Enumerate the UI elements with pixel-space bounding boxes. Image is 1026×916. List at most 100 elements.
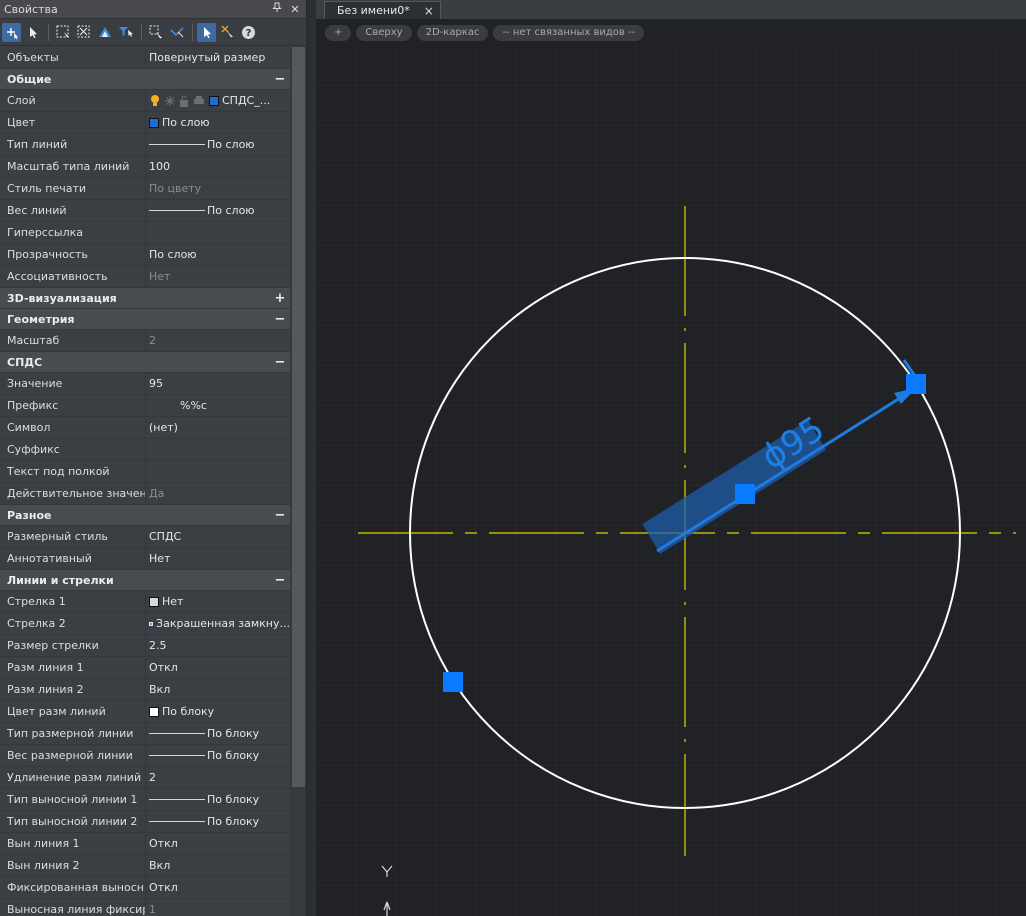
close-tab-icon[interactable]: ×: [424, 4, 434, 18]
property-value[interactable]: По слою: [145, 244, 290, 265]
grip-dimension-text[interactable]: [735, 484, 755, 504]
linked-views-button[interactable]: -- нет связанных видов --: [493, 24, 645, 41]
property-value[interactable]: Нет: [145, 591, 290, 612]
quick-select-icon[interactable]: [146, 23, 165, 42]
cross-select-icon[interactable]: [74, 23, 93, 42]
pick-add-icon[interactable]: [197, 22, 216, 42]
property-value[interactable]: Нет: [145, 266, 290, 287]
property-row[interactable]: Тип размерной линии По блоку: [0, 723, 290, 745]
property-value[interactable]: Повернутый размер: [145, 47, 290, 68]
property-value[interactable]: СПДС: [145, 526, 290, 547]
property-row[interactable]: Слой СПДС_...: [0, 90, 290, 112]
visual-style-button[interactable]: 2D-каркас: [416, 24, 489, 41]
viewport-menu-button[interactable]: +: [325, 24, 352, 41]
group-header[interactable]: СПДС −: [0, 352, 290, 373]
property-row[interactable]: Масштаб типа линий 100: [0, 156, 290, 178]
property-row[interactable]: Суффикс: [0, 439, 290, 461]
clear-selection-icon[interactable]: [218, 23, 237, 42]
property-row[interactable]: Стиль печати По цвету: [0, 178, 290, 200]
property-row[interactable]: Тип линий По слою: [0, 134, 290, 156]
property-row[interactable]: Значение 95: [0, 373, 290, 395]
property-value[interactable]: (нет): [145, 417, 290, 438]
property-row[interactable]: Вес линий По слою: [0, 200, 290, 222]
property-row[interactable]: Текст под полкой: [0, 461, 290, 483]
property-row[interactable]: Разм линия 1 Откл: [0, 657, 290, 679]
property-value[interactable]: [145, 439, 290, 460]
drawing-viewport[interactable]: Без имени0* × + Сверху 2D-каркас -- нет …: [316, 0, 1026, 916]
property-value[interactable]: [145, 222, 290, 243]
property-value[interactable]: По блоку: [145, 811, 290, 832]
property-value[interactable]: [145, 461, 290, 482]
group-header[interactable]: 3D-визуализация +: [0, 288, 290, 309]
property-row[interactable]: Действительное значение Да: [0, 483, 290, 505]
property-value[interactable]: Откл: [145, 657, 290, 678]
drawing-canvas[interactable]: ϕ95: [316, 46, 1026, 916]
property-value[interactable]: 2.5: [145, 635, 290, 656]
property-row[interactable]: Цвет По слою: [0, 112, 290, 134]
property-row[interactable]: Выносная линия фиксир... 1: [0, 899, 290, 916]
property-value[interactable]: 1: [145, 899, 290, 916]
property-value[interactable]: Закрашенная замкну...: [145, 613, 290, 634]
property-row[interactable]: Масштаб 2: [0, 330, 290, 352]
group-header[interactable]: Линии и стрелки −: [0, 570, 290, 591]
window-select-icon[interactable]: [53, 23, 72, 42]
property-row[interactable]: Тип выносной линии 2 По блоку: [0, 811, 290, 833]
property-value[interactable]: Вкл: [145, 679, 290, 700]
property-row[interactable]: Объекты Повернутый размер: [0, 47, 290, 69]
collapse-icon[interactable]: −: [270, 72, 290, 87]
property-row[interactable]: Гиперссылка: [0, 222, 290, 244]
select-similar-icon[interactable]: [95, 23, 114, 42]
property-value[interactable]: По слою: [145, 112, 290, 133]
property-row[interactable]: Удлинение разм линий 2: [0, 767, 290, 789]
property-row[interactable]: Разм линия 2 Вкл: [0, 679, 290, 701]
property-value[interactable]: Да: [145, 483, 290, 504]
property-value[interactable]: Откл: [145, 833, 290, 854]
pin-icon[interactable]: [270, 2, 284, 16]
collapse-icon[interactable]: −: [270, 573, 290, 588]
property-value[interactable]: По блоку: [145, 723, 290, 744]
property-row[interactable]: Вын линия 1 Откл: [0, 833, 290, 855]
property-row[interactable]: Прозрачность По слою: [0, 244, 290, 266]
property-value[interactable]: По блоку: [145, 745, 290, 766]
property-value[interactable]: По слою: [145, 134, 290, 155]
collapse-icon[interactable]: −: [270, 355, 290, 370]
close-icon[interactable]: ✕: [288, 3, 302, 16]
property-value[interactable]: По слою: [145, 200, 290, 221]
add-selection-icon[interactable]: [2, 22, 21, 42]
property-value[interactable]: 95: [145, 373, 290, 394]
property-row[interactable]: Размерный стиль СПДС: [0, 526, 290, 548]
property-row[interactable]: Тип выносной линии 1 По блоку: [0, 789, 290, 811]
property-row[interactable]: Символ (нет): [0, 417, 290, 439]
property-value[interactable]: По цвету: [145, 178, 290, 199]
property-value[interactable]: 2: [145, 330, 290, 351]
property-value[interactable]: 2: [145, 767, 290, 788]
property-value[interactable]: Откл: [145, 877, 290, 898]
select-icon[interactable]: [23, 23, 42, 42]
scrollbar-thumb[interactable]: [292, 47, 305, 787]
property-value[interactable]: Вкл: [145, 855, 290, 876]
filter-icon[interactable]: [116, 23, 135, 42]
expand-icon[interactable]: +: [270, 291, 290, 306]
property-row[interactable]: Размер стрелки 2.5: [0, 635, 290, 657]
property-value[interactable]: По блоку: [145, 701, 290, 722]
grip-dimension-start[interactable]: [443, 672, 463, 692]
property-row[interactable]: Стрелка 1 Нет: [0, 591, 290, 613]
property-value[interactable]: %%c: [145, 395, 290, 416]
group-header[interactable]: Геометрия −: [0, 309, 290, 330]
view-direction-button[interactable]: Сверху: [356, 24, 412, 41]
grip-dimension-end[interactable]: [906, 374, 926, 394]
group-header[interactable]: Общие −: [0, 69, 290, 90]
property-row[interactable]: Ассоциативность Нет: [0, 266, 290, 288]
property-row[interactable]: Фиксированная выносн... Откл: [0, 877, 290, 899]
property-row[interactable]: Вес размерной линии По блоку: [0, 745, 290, 767]
collapse-icon[interactable]: −: [270, 312, 290, 327]
property-value[interactable]: Нет: [145, 548, 290, 569]
property-row[interactable]: Цвет разм линий По блоку: [0, 701, 290, 723]
property-row[interactable]: Префикс %%c: [0, 395, 290, 417]
help-icon[interactable]: ?: [239, 23, 258, 42]
collapse-icon[interactable]: −: [270, 508, 290, 523]
property-value[interactable]: СПДС_...: [145, 90, 290, 111]
tab-document[interactable]: Без имени0* ×: [324, 1, 441, 19]
property-row[interactable]: Аннотативный Нет: [0, 548, 290, 570]
property-row[interactable]: Стрелка 2 Закрашенная замкну...: [0, 613, 290, 635]
